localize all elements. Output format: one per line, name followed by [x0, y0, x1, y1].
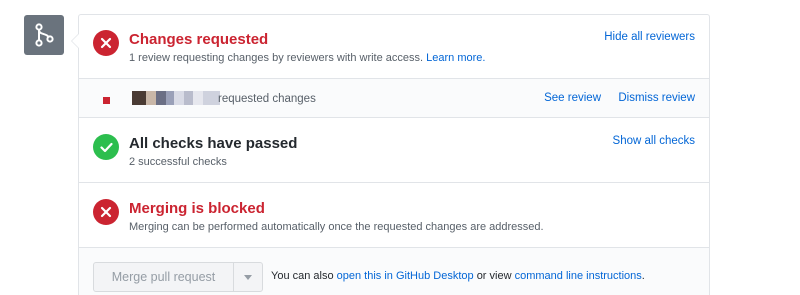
caret-down-icon — [244, 274, 252, 280]
merge-pull-request-button-group: Merge pull request — [93, 262, 263, 292]
checks-title: All checks have passed — [129, 135, 298, 152]
note-middle: or view — [476, 270, 512, 282]
learn-more-link[interactable]: Learn more. — [426, 52, 485, 64]
open-in-desktop-link[interactable]: open this in GitHub Desktop — [337, 270, 474, 282]
note-prefix: You can also — [271, 270, 334, 282]
dismiss-review-link[interactable]: Dismiss review — [618, 92, 695, 104]
description-text: 1 review requesting changes by reviewers… — [129, 52, 424, 64]
show-all-checks-link[interactable]: Show all checks — [613, 135, 695, 147]
merge-action-section: Merge pull request You can also open thi… — [79, 248, 709, 295]
review-row: requested changes See review Dismiss rev… — [79, 79, 709, 118]
changes-requested-title: Changes requested — [129, 31, 269, 48]
note-suffix: . — [641, 270, 645, 282]
see-review-link[interactable]: See review — [544, 92, 601, 104]
command-line-instructions-link[interactable]: command line instructions — [515, 270, 642, 282]
git-merge-icon — [24, 15, 64, 55]
merging-blocked-section: Merging is blocked Merging can be perfor… — [79, 183, 709, 248]
check-circle-icon — [93, 134, 119, 160]
merge-alternatives-note: You can also open this in GitHub Desktop… — [271, 270, 645, 282]
merge-pull-request-button[interactable]: Merge pull request — [94, 263, 234, 291]
x-circle-icon — [93, 199, 119, 225]
merging-blocked-description: Merging can be performed automatically o… — [129, 221, 544, 233]
merge-status-panel: Changes requested 1 review requesting ch… — [71, 14, 710, 295]
changes-requested-description: 1 review requesting changes by reviewers… — [129, 52, 485, 64]
merge-method-dropdown[interactable] — [234, 263, 262, 291]
checks-description: 2 successful checks — [129, 156, 227, 168]
avatar — [132, 91, 220, 105]
changes-requested-section: Changes requested 1 review requesting ch… — [79, 15, 709, 79]
hide-all-reviewers-link[interactable]: Hide all reviewers — [604, 31, 695, 43]
merging-blocked-title: Merging is blocked — [129, 200, 265, 217]
x-circle-icon — [93, 30, 119, 56]
changes-requested-marker — [103, 97, 110, 104]
checks-section: All checks have passed 2 successful chec… — [79, 118, 709, 183]
review-status-text: requested changes — [218, 93, 316, 105]
